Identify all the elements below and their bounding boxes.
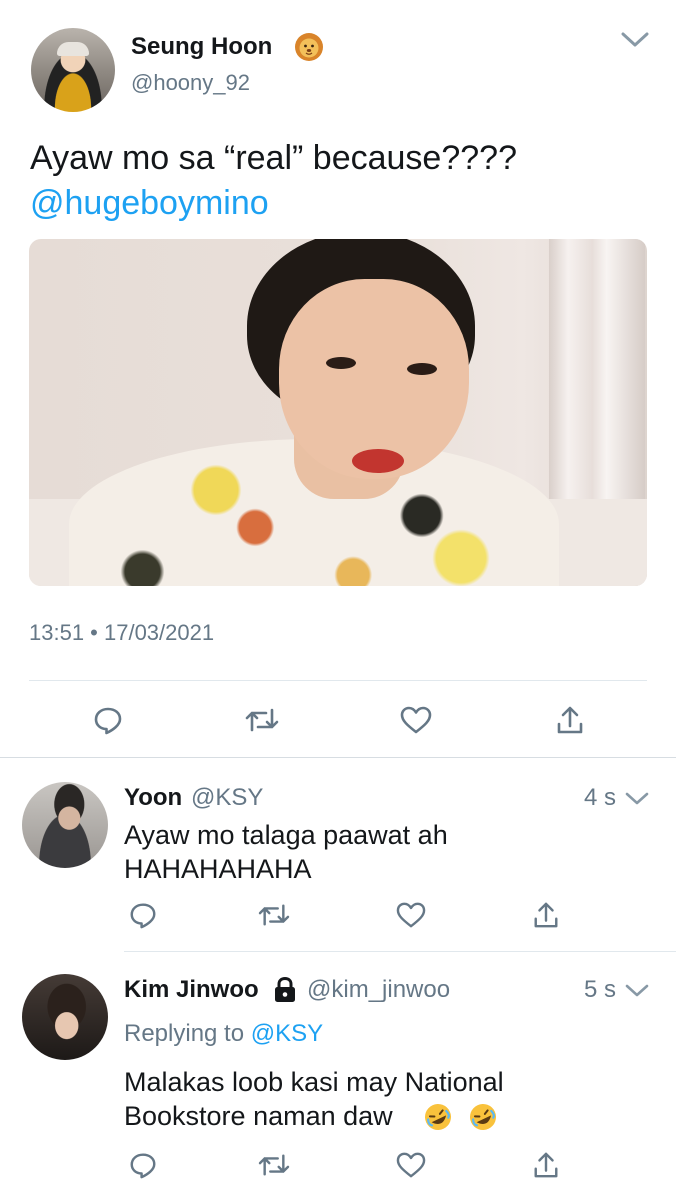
retweet-button[interactable]: [254, 898, 294, 932]
share-icon: [557, 706, 583, 734]
retweet-icon: [258, 1154, 290, 1176]
author-name[interactable]: Seung Hoon: [131, 33, 272, 61]
tweet-mention-link[interactable]: @hugeboymino: [30, 181, 269, 226]
share-button[interactable]: [550, 700, 590, 740]
retweet-icon: [258, 904, 290, 926]
heart-icon: [396, 1152, 426, 1178]
retweet-icon: [245, 708, 279, 732]
lion-face-emoji-icon: [295, 33, 323, 61]
reply-tweet: Yoon @KSY 4 s Ayaw mo talaga paawat ah H…: [0, 758, 676, 952]
rolling-on-floor-laughing-emoji-icon: [425, 1104, 451, 1130]
reply-text-line: HAHAHAHAHA: [124, 854, 312, 884]
reply-author-avatar[interactable]: [22, 782, 108, 868]
share-icon: [534, 1152, 558, 1178]
reply-icon: [130, 903, 156, 929]
divider: [29, 680, 647, 681]
reply-text-line: Malakas loob kasi may National: [124, 1067, 504, 1097]
reply-tweet: Kim Jinwoo @kim_jinwoo 5 s Replying to @…: [0, 952, 676, 1200]
like-button[interactable]: [391, 1148, 431, 1182]
chevron-down-icon[interactable]: [619, 28, 651, 50]
retweet-button[interactable]: [240, 700, 284, 740]
rolling-on-floor-laughing-emoji-icon: [470, 1104, 496, 1130]
reply-author-name[interactable]: Yoon: [124, 784, 182, 812]
share-button[interactable]: [528, 1148, 564, 1182]
reply-button[interactable]: [125, 1148, 161, 1182]
share-button[interactable]: [528, 898, 564, 932]
reply-button[interactable]: [125, 898, 161, 932]
reply-time: 4 s: [584, 784, 617, 811]
lock-icon: [275, 976, 295, 1002]
chevron-down-icon[interactable]: [624, 982, 650, 1000]
share-icon: [534, 902, 558, 928]
tweet-timestamp: 13:51 • 17/03/2021: [29, 620, 215, 645]
tweet-text: Ayaw mo sa “real” because????: [30, 139, 517, 177]
reply-author-avatar[interactable]: [22, 974, 108, 1060]
heart-icon: [400, 706, 432, 734]
replying-to-label: Replying to: [124, 1020, 245, 1047]
reply-text-line: Ayaw mo talaga paawat ah: [124, 820, 448, 850]
reply-icon: [130, 1153, 156, 1179]
tweet-media-image[interactable]: [29, 239, 647, 586]
main-tweet: Seung Hoon @hoony_92 Ayaw mo sa “real” b…: [0, 0, 676, 758]
reply-time: 5 s: [584, 976, 617, 1003]
heart-icon: [396, 902, 426, 928]
replying-to-link[interactable]: @KSY: [251, 1020, 323, 1047]
author-avatar[interactable]: [31, 28, 115, 112]
reply-icon: [94, 707, 122, 735]
reply-author-handle[interactable]: @KSY: [191, 784, 263, 812]
like-button[interactable]: [395, 700, 437, 740]
chevron-down-icon[interactable]: [624, 790, 650, 808]
reply-button[interactable]: [88, 700, 128, 740]
replying-to-line: Replying to @KSY: [124, 1020, 323, 1048]
reply-author-name[interactable]: Kim Jinwoo: [124, 976, 259, 1004]
author-handle[interactable]: @hoony_92: [131, 70, 250, 96]
reply-author-handle[interactable]: @kim_jinwoo: [307, 976, 450, 1004]
reply-text-line: Bookstore naman daw: [124, 1101, 393, 1131]
retweet-button[interactable]: [254, 1148, 294, 1182]
like-button[interactable]: [391, 898, 431, 932]
